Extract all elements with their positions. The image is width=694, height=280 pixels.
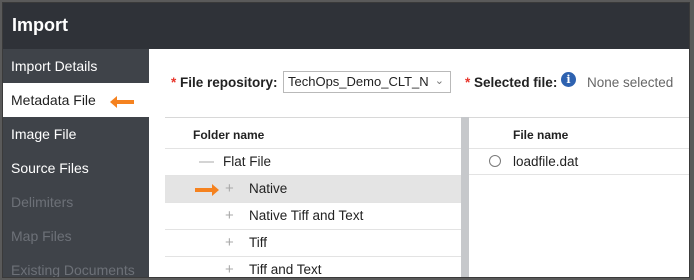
expand-icon[interactable]: + <box>225 257 234 277</box>
folder-row-flat-file[interactable]: — Flat File <box>165 148 461 175</box>
required-marker: * <box>171 75 177 90</box>
info-icon[interactable]: i <box>561 72 576 87</box>
expand-icon[interactable]: + <box>225 230 234 256</box>
selected-file-value: None selected <box>587 75 674 90</box>
folder-row-tiff-and-text[interactable]: + Tiff and Text <box>165 256 461 277</box>
sidebar-item-delimiters: Delimiters <box>11 194 74 210</box>
sidebar-item-existing-documents: Existing Documents <box>11 262 135 278</box>
file-list: File name loadfile.dat <box>469 117 689 277</box>
file-repository-value: TechOps_Demo_CLT_N <box>288 74 428 89</box>
import-window: Import Import Details Metadata File Imag… <box>2 2 690 278</box>
window-title: Import <box>12 15 68 35</box>
collapse-icon[interactable]: — <box>199 149 214 175</box>
arrow-right-icon <box>195 184 219 196</box>
expand-icon[interactable]: + <box>225 176 234 202</box>
folder-tree: Folder name — Flat File + Native + Nativ… <box>165 117 461 277</box>
folder-label: Native <box>249 181 288 196</box>
panel-splitter[interactable] <box>461 117 469 277</box>
sidebar: Import Details Metadata File Image File … <box>3 49 149 278</box>
folder-row-tiff[interactable]: + Tiff <box>165 229 461 256</box>
expand-icon[interactable]: + <box>225 203 234 229</box>
file-name-header: File name <box>513 128 569 142</box>
folder-label: Tiff <box>249 235 268 250</box>
arrow-left-icon <box>110 96 134 108</box>
file-repository-select[interactable]: TechOps_Demo_CLT_N ⌄ <box>283 71 451 93</box>
file-row-loadfile[interactable]: loadfile.dat <box>469 148 689 175</box>
sidebar-item-image-file[interactable]: Image File <box>3 117 149 151</box>
sidebar-item-map-files: Map Files <box>11 228 72 244</box>
sidebar-item-source-files[interactable]: Source Files <box>3 151 149 185</box>
folder-row-native-tiff-and-text[interactable]: + Native Tiff and Text <box>165 202 461 229</box>
file-repository-label: * File repository: <box>171 75 278 90</box>
required-marker: * <box>465 75 471 90</box>
folder-row-native[interactable]: + Native <box>165 175 461 202</box>
selected-file-label: * Selected file: <box>465 75 558 90</box>
folder-label: Native Tiff and Text <box>249 208 364 223</box>
file-radio-button[interactable] <box>489 155 501 167</box>
folder-label: Flat File <box>223 154 272 169</box>
folder-name-header: Folder name <box>193 128 265 142</box>
main-panel: * File repository: TechOps_Demo_CLT_N ⌄ … <box>149 49 689 277</box>
chevron-down-icon: ⌄ <box>434 75 444 87</box>
file-label: loadfile.dat <box>513 154 579 169</box>
title-bar: Import <box>3 3 689 49</box>
sidebar-item-import-details[interactable]: Import Details <box>3 49 149 83</box>
folder-label: Tiff and Text <box>249 262 322 277</box>
